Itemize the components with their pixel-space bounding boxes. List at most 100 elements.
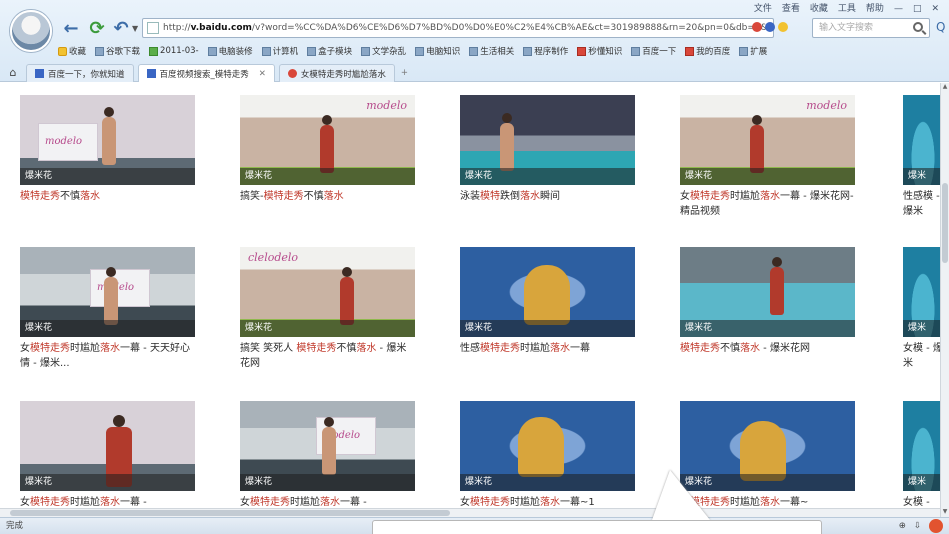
video-thumbnail[interactable]: clelodelo 爆米花 (240, 247, 415, 337)
model-figure (524, 265, 570, 325)
home-icon[interactable]: ⌂ (4, 64, 22, 82)
video-result[interactable]: 爆米花 性感模特走秀时尴尬落水一幕 (460, 247, 635, 373)
fav-item[interactable]: 电脑装修 (207, 45, 253, 57)
video-result[interactable]: modelo 爆米花 搞笑-模特走秀不慎落水 (240, 95, 415, 221)
video-result[interactable]: 爆米花 泳装模特跌倒落水瞬间 (460, 95, 635, 221)
video-thumbnail[interactable]: 爆米花 (460, 95, 635, 185)
fav-item[interactable]: 程序制作 (523, 45, 568, 57)
video-title[interactable]: 模特走秀不慎落水 (20, 189, 195, 221)
video-result[interactable]: 爆米花 女模特走秀时尴尬落水一幕 - (240, 401, 415, 517)
scroll-thumb[interactable] (942, 183, 948, 263)
horizontal-scrollbar[interactable] (0, 508, 940, 517)
address-bar[interactable]: http://v.baidu.com/v?word=%CC%DA%D6%CE%D… (142, 18, 774, 38)
video-result[interactable]: modelo 爆米花 女模特走秀时尴尬落水一幕 - 爆米花网-精品视频 (680, 95, 855, 221)
fav-item[interactable]: 计算机 (261, 45, 298, 57)
watermark-logo: modelo (806, 99, 847, 112)
fav-item[interactable]: 电脑知识 (415, 45, 460, 57)
menu-favorites[interactable]: 收藏 (810, 2, 828, 16)
status-text: 完成 (6, 521, 24, 531)
search-icon[interactable] (913, 22, 923, 32)
compat-icon[interactable] (765, 22, 775, 32)
video-thumbnail[interactable]: modelo 爆米花 (680, 95, 855, 185)
model-figure (340, 267, 354, 325)
status-icons: ⊕ ⇩ (899, 518, 943, 534)
video-title[interactable]: 性感模特走秀时尴尬落水一幕 (460, 341, 635, 373)
fav-item[interactable]: 百度一下 (631, 45, 676, 57)
scroll-down-icon[interactable]: ▼ (941, 508, 949, 517)
side-panel-icon[interactable]: Q (936, 20, 945, 34)
fav-item[interactable]: 文学杂乱 (361, 45, 406, 57)
video-title[interactable]: 搞笑-模特走秀不慎落水 (240, 189, 415, 221)
video-title[interactable]: 性感模 - 爆米 (903, 189, 940, 221)
user-avatar[interactable] (10, 10, 52, 52)
video-result-partial[interactable]: 爆米 性感模 - 爆米 (903, 95, 940, 221)
video-thumbnail[interactable]: 爆米花 (240, 401, 415, 491)
menu-file[interactable]: 文件 (754, 2, 772, 16)
fav-item[interactable]: 盒子模块 (307, 45, 352, 57)
video-result-partial[interactable]: 爆米 女模 - (903, 401, 940, 517)
video-result[interactable]: 爆米花 女模特走秀时尴尬落水一幕~1 (460, 401, 635, 517)
browser-chrome: 文件 查看 收藏 工具 帮助 — □ ✕ ← ⟳ ↶ ▼ http://v.ba… (0, 0, 949, 82)
fav-item[interactable]: 生活相关 (469, 45, 514, 57)
fav-item[interactable]: 扩展 (739, 45, 767, 57)
fav-item[interactable]: 我的百度 (685, 45, 730, 57)
video-result-partial[interactable]: 爆米 女模 - 爆米 (903, 247, 940, 373)
video-thumbnail[interactable]: 爆米花 (20, 401, 195, 491)
video-title[interactable]: 女模 - 爆米 (903, 341, 940, 373)
video-result[interactable]: 爆米花 女模特走秀时尴尬落水一幕 - 天天好心情 - 爆米... (20, 247, 195, 373)
fav-item[interactable]: 谷歌下载 (95, 45, 140, 57)
thumbnail-caption: 爆米花 (680, 320, 855, 337)
fav-item[interactable]: 收藏 (58, 45, 86, 57)
back-arrow-icon[interactable]: ← (60, 18, 82, 40)
favorite-star-icon[interactable] (778, 22, 788, 32)
video-result[interactable]: 爆米花 模特走秀不慎落水 (20, 95, 195, 221)
new-tab-button[interactable]: + (401, 64, 408, 82)
zoom-icon[interactable]: ⊕ (899, 518, 906, 534)
video-result[interactable]: clelodelo 爆米花 搞笑 笑死人 模特走秀不慎落水 - 爆米花网 (240, 247, 415, 373)
video-thumbnail[interactable]: 爆米花 (20, 95, 195, 185)
download-icon[interactable]: ⇩ (914, 518, 921, 534)
scroll-up-icon[interactable]: ▲ (941, 83, 949, 92)
security-icon[interactable] (752, 22, 762, 32)
vertical-scrollbar[interactable]: ▲ ▼ (940, 83, 949, 517)
close-icon[interactable]: ✕ (931, 2, 939, 16)
video-title[interactable]: 模特走秀不慎落水 - 爆米花网 (680, 341, 855, 373)
video-result[interactable]: 爆米花 模特走秀不慎落水 - 爆米花网 (680, 247, 855, 373)
video-thumbnail[interactable]: 爆米 (903, 401, 940, 491)
app-logo-icon[interactable] (929, 519, 943, 533)
minimize-icon[interactable]: — (894, 2, 903, 16)
video-thumbnail[interactable]: 爆米 (903, 247, 940, 337)
tab-video-search[interactable]: 百度视频搜索_模特走秀 ✕ (137, 64, 275, 82)
video-title[interactable]: 泳装模特跌倒落水瞬间 (460, 189, 635, 221)
video-thumbnail[interactable]: modelo 爆米花 (240, 95, 415, 185)
history-dropdown-icon[interactable]: ▼ (132, 24, 138, 33)
menu-help[interactable]: 帮助 (866, 2, 884, 16)
video-thumbnail[interactable]: 爆米花 (460, 247, 635, 337)
undo-icon[interactable]: ↶ (110, 18, 132, 40)
search-input[interactable]: 输入文字搜索 (812, 18, 930, 38)
tab-close-icon[interactable]: ✕ (259, 69, 266, 79)
maximize-icon[interactable]: □ (913, 2, 922, 16)
model-figure (770, 257, 784, 315)
folder-icon (631, 46, 641, 56)
tab-baidu-home[interactable]: 百度一下，你就知道 (26, 64, 134, 82)
video-title[interactable]: 女模特走秀时尴尬落水一幕 - 爆米花网-精品视频 (680, 189, 855, 221)
fav-item[interactable]: 秒懂知识 (577, 45, 622, 57)
video-result[interactable]: 爆米花 女模特走秀时尴尬落水一幕 - (20, 401, 195, 517)
video-thumbnail[interactable]: 爆米花 (680, 247, 855, 337)
video-thumbnail[interactable]: 爆米花 (460, 401, 635, 491)
video-thumbnail[interactable]: 爆米花 (20, 247, 195, 337)
scroll-thumb[interactable] (10, 510, 450, 516)
video-thumbnail[interactable]: 爆米 (903, 95, 940, 185)
menu-tools[interactable]: 工具 (838, 2, 856, 16)
refresh-icon[interactable]: ⟳ (86, 18, 108, 40)
folder-icon (685, 46, 695, 56)
baidu-icon (35, 69, 44, 78)
tab-video-page[interactable]: 女模特走秀时尴尬落水 (278, 64, 395, 82)
folder-icon (469, 46, 479, 56)
video-title[interactable]: 女模特走秀时尴尬落水一幕 - 天天好心情 - 爆米... (20, 341, 195, 373)
model-figure (750, 115, 764, 173)
video-title[interactable]: 搞笑 笑死人 模特走秀不慎落水 - 爆米花网 (240, 341, 415, 373)
menu-view[interactable]: 查看 (782, 2, 800, 16)
fav-item[interactable]: 2011-03- (149, 46, 199, 56)
